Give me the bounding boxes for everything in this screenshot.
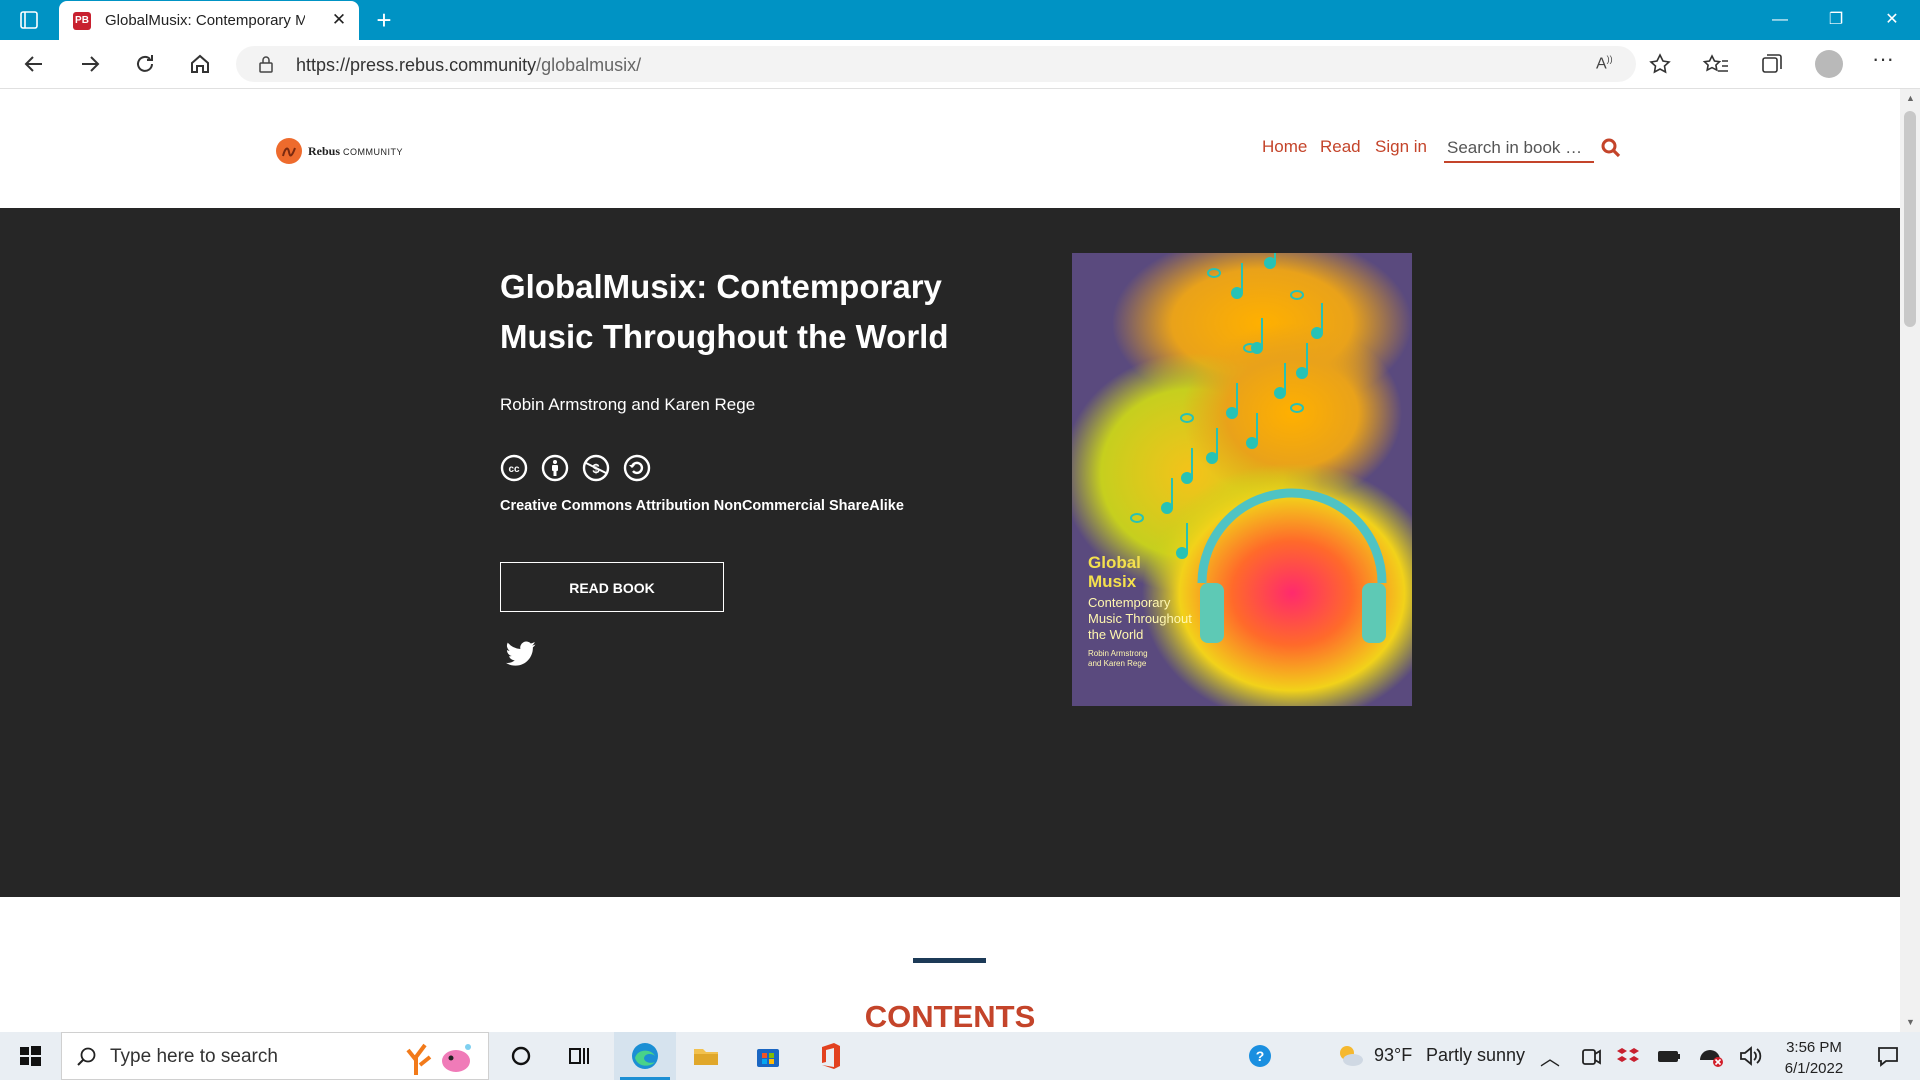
url-path: /globalmusix/ xyxy=(536,55,642,75)
tab-title: GlobalMusix: Contemporary Mus xyxy=(105,12,305,29)
notifications-icon[interactable] xyxy=(1872,1040,1904,1072)
cc-by-icon xyxy=(541,454,569,482)
weather-description[interactable]: Partly sunny xyxy=(1426,1045,1525,1066)
logo-text: Rebus COMMUNITY xyxy=(308,144,403,159)
microsoft-store-icon[interactable] xyxy=(752,1040,784,1072)
taskbar-search-box[interactable]: Type here to search xyxy=(61,1032,489,1080)
license-text[interactable]: Creative Commons Attribution NonCommerci… xyxy=(500,498,904,514)
taskbar: Type here to search ? 93°F Partly sunny … xyxy=(0,1032,1920,1080)
cortana-icon[interactable] xyxy=(505,1040,537,1072)
search-placeholder: Search in book … xyxy=(1447,138,1583,157)
collections-icon[interactable] xyxy=(1753,48,1789,80)
book-title: GlobalMusix: Contemporary Music Througho… xyxy=(500,268,949,355)
read-book-button[interactable]: READ BOOK xyxy=(500,562,724,612)
clock[interactable]: 3:56 PM 6/1/2022 xyxy=(1776,1037,1852,1079)
svg-text:?: ? xyxy=(1256,1048,1265,1064)
twitter-icon[interactable] xyxy=(506,641,536,667)
battery-icon[interactable] xyxy=(1652,1040,1684,1072)
weather-temp[interactable]: 93°F xyxy=(1374,1045,1412,1066)
search-icon[interactable] xyxy=(1600,137,1622,159)
nav-read[interactable]: Read xyxy=(1320,137,1361,157)
url-host: https://press.rebus.community xyxy=(296,55,537,75)
forward-icon[interactable] xyxy=(72,48,108,80)
cover-title-line2: Musix xyxy=(1088,572,1137,591)
nav-sign-in[interactable]: Sign in xyxy=(1375,137,1427,157)
home-icon[interactable] xyxy=(182,48,218,80)
cc-icon: cc xyxy=(500,454,528,482)
minimize-icon[interactable]: — xyxy=(1752,0,1808,40)
contents-divider xyxy=(913,958,986,963)
network-icon[interactable] xyxy=(1694,1040,1726,1072)
volume-icon[interactable] xyxy=(1734,1040,1766,1072)
window-close-icon[interactable]: ✕ xyxy=(1864,0,1920,40)
clock-date: 6/1/2022 xyxy=(1784,1060,1844,1077)
address-bar[interactable]: https://press.rebus.community/globalmusi… xyxy=(236,46,1636,82)
book-hero: GlobalMusix: Contemporary Music Througho… xyxy=(0,208,1900,897)
task-view-icon[interactable] xyxy=(563,1040,595,1072)
new-tab-icon[interactable]: + xyxy=(368,4,400,36)
page-scrollbar[interactable]: ▲ ▼ xyxy=(1900,89,1920,1032)
tab-favicon-icon: PB xyxy=(73,12,91,30)
cc-nc-icon: $ xyxy=(582,454,610,482)
scroll-up-icon[interactable]: ▲ xyxy=(1906,93,1915,103)
office-icon[interactable] xyxy=(814,1040,846,1072)
tab-close-icon[interactable]: ✕ xyxy=(329,9,349,31)
cover-subtitle: Contemporary Music Throughout the World xyxy=(1088,595,1192,642)
browser-titlebar: PB GlobalMusix: Contemporary Mus ✕ + — ❐… xyxy=(0,0,1920,40)
read-aloud-icon[interactable]: A)) xyxy=(1596,54,1613,73)
profile-avatar[interactable] xyxy=(1815,50,1843,78)
taskbar-search-icon xyxy=(77,1047,96,1066)
svg-text:cc: cc xyxy=(508,464,520,475)
cover-authors-line1: Robin Armstrong xyxy=(1088,649,1148,658)
logo-sub: COMMUNITY xyxy=(343,146,404,157)
back-icon[interactable] xyxy=(16,48,52,80)
cc-sa-icon xyxy=(623,454,651,482)
logo-name: Rebus xyxy=(308,143,341,158)
scrollbar-thumb[interactable] xyxy=(1904,111,1916,327)
browser-tab[interactable]: PB GlobalMusix: Contemporary Mus ✕ xyxy=(59,1,359,40)
book-authors: Robin Armstrong and Karen Rege xyxy=(500,395,756,414)
url-text[interactable]: https://press.rebus.community/globalmusi… xyxy=(296,55,641,76)
search-highlight-icon xyxy=(406,1043,471,1075)
meet-now-icon[interactable] xyxy=(1574,1040,1606,1072)
weather-partly-sunny-icon[interactable] xyxy=(1334,1040,1366,1072)
nav-home[interactable]: Home xyxy=(1262,137,1307,157)
show-hidden-icons[interactable]: ︿ xyxy=(1540,1042,1560,1071)
cover-text: Global Musix Contemporary Music Througho… xyxy=(1088,553,1198,669)
dropbox-icon[interactable] xyxy=(1612,1040,1644,1072)
site-header: Rebus COMMUNITY Home Read Sign in Search … xyxy=(0,89,1900,208)
favorites-icon[interactable] xyxy=(1698,48,1734,80)
contents-heading: CONTENTS xyxy=(864,999,1036,1032)
file-explorer-icon[interactable] xyxy=(690,1040,722,1072)
add-favorite-icon[interactable] xyxy=(1642,48,1678,80)
clock-time: 3:56 PM xyxy=(1786,1039,1842,1056)
restore-icon[interactable]: ❐ xyxy=(1808,0,1864,40)
license-icons: cc $ xyxy=(500,454,651,484)
rebus-logo[interactable]: Rebus COMMUNITY xyxy=(276,136,403,166)
edge-icon xyxy=(632,1043,658,1069)
book-cover-image[interactable]: Global Musix Contemporary Music Througho… xyxy=(1072,253,1412,706)
windows-start-icon[interactable] xyxy=(14,1040,46,1072)
rebus-logo-icon xyxy=(276,138,302,164)
tab-actions-icon[interactable] xyxy=(20,11,38,29)
web-page: Rebus COMMUNITY Home Read Sign in Search … xyxy=(0,89,1900,1032)
help-icon[interactable]: ? xyxy=(1244,1040,1276,1072)
browser-toolbar: https://press.rebus.community/globalmusi… xyxy=(0,40,1920,89)
more-icon[interactable]: ··· xyxy=(1872,46,1894,72)
refresh-icon[interactable] xyxy=(127,48,163,80)
cover-authors-line2: and Karen Rege xyxy=(1088,659,1147,668)
cover-title-line1: Global xyxy=(1088,553,1141,572)
taskbar-search-placeholder: Type here to search xyxy=(110,1046,278,1067)
edge-taskbar-active[interactable] xyxy=(614,1032,676,1080)
scroll-down-icon[interactable]: ▼ xyxy=(1906,1017,1915,1027)
book-search-input[interactable]: Search in book … xyxy=(1444,131,1594,163)
lock-icon[interactable] xyxy=(258,55,274,73)
